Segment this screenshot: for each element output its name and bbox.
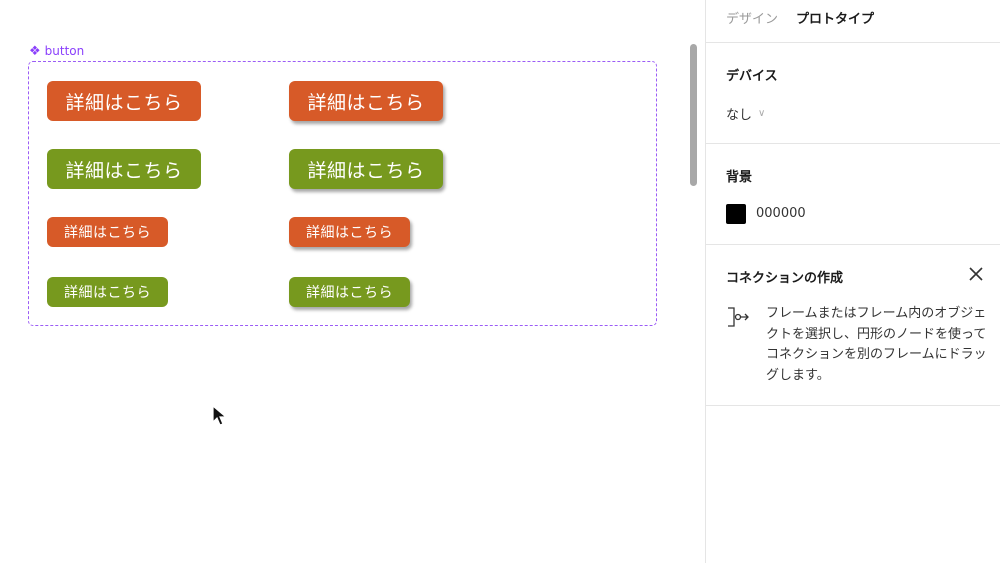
connection-help-text: フレームまたはフレーム内のオブジェクトを選択し、円形のノードを使ってコネクション…	[766, 306, 987, 383]
button-green-small[interactable]: 詳細はこちら	[47, 277, 168, 307]
button-green-large-shadow[interactable]: 詳細はこちら	[289, 149, 443, 189]
connection-icon	[728, 307, 749, 327]
component-name: button	[44, 44, 85, 58]
canvas-scrollbar[interactable]	[690, 44, 697, 186]
divider	[706, 143, 1000, 144]
button-orange-large[interactable]: 詳細はこちら	[47, 81, 201, 121]
tab-design[interactable]: デザイン	[726, 8, 778, 27]
mouse-cursor-icon	[212, 405, 228, 426]
button-orange-small-shadow[interactable]: 詳細はこちら	[289, 217, 410, 247]
chevron-down-icon: ∨	[758, 108, 766, 119]
divider	[706, 405, 1000, 406]
device-value: なし	[726, 108, 753, 123]
component-icon: ❖	[29, 43, 41, 59]
background-hex-value[interactable]: 000000	[756, 206, 806, 221]
device-section-title: デバイス	[726, 69, 778, 84]
button-green-large[interactable]: 詳細はこちら	[47, 149, 201, 189]
background-section-title: 背景	[726, 170, 753, 185]
properties-panel: デザイン プロトタイプ デバイス なし ∨ 背景 000000 コネクションの作…	[705, 0, 1000, 563]
device-dropdown[interactable]: なし ∨	[726, 104, 765, 123]
button-orange-small[interactable]: 詳細はこちら	[47, 217, 168, 247]
button-green-small-shadow[interactable]: 詳細はこちら	[289, 277, 410, 307]
divider	[706, 244, 1000, 245]
design-canvas[interactable]: ❖ button 詳細はこちら 詳細はこちら 詳細はこちら 詳細はこちら 詳細は…	[0, 0, 705, 563]
panel-tabs: デザイン プロトタイプ	[726, 0, 874, 34]
divider	[706, 42, 1000, 43]
connection-section-title: コネクションの作成	[726, 271, 844, 286]
button-orange-large-shadow[interactable]: 詳細はこちら	[289, 81, 443, 121]
close-icon[interactable]	[966, 264, 986, 284]
tab-prototype[interactable]: プロトタイプ	[796, 8, 874, 27]
component-label[interactable]: ❖ button	[29, 42, 84, 60]
background-color-swatch[interactable]	[726, 204, 746, 224]
